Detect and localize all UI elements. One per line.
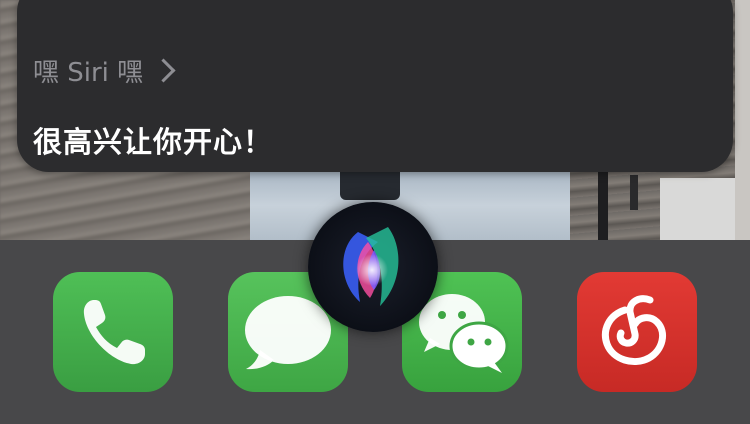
dock-app-phone[interactable] [53, 272, 173, 392]
dock-app-netease-music[interactable] [577, 272, 697, 392]
netease-music-icon [601, 295, 667, 365]
siri-orb-icon [343, 227, 399, 306]
siri-query-text: 嘿 Siri 嘿 [33, 57, 144, 88]
chevron-right-icon [151, 57, 176, 83]
siri-response-text: 很高兴让你开心！ [33, 125, 274, 159]
home-screen: 嘿 Siri 嘿 很高兴让你开心！ [0, 0, 750, 424]
wallpaper-chair-leg-2 [630, 175, 638, 210]
wallpaper-chair-leg [598, 170, 608, 240]
phone-icon [83, 300, 145, 365]
siri-query-row[interactable]: 嘿 Siri 嘿 [33, 52, 176, 88]
wallpaper-edge [735, 0, 750, 245]
siri-orb[interactable] [308, 202, 438, 332]
